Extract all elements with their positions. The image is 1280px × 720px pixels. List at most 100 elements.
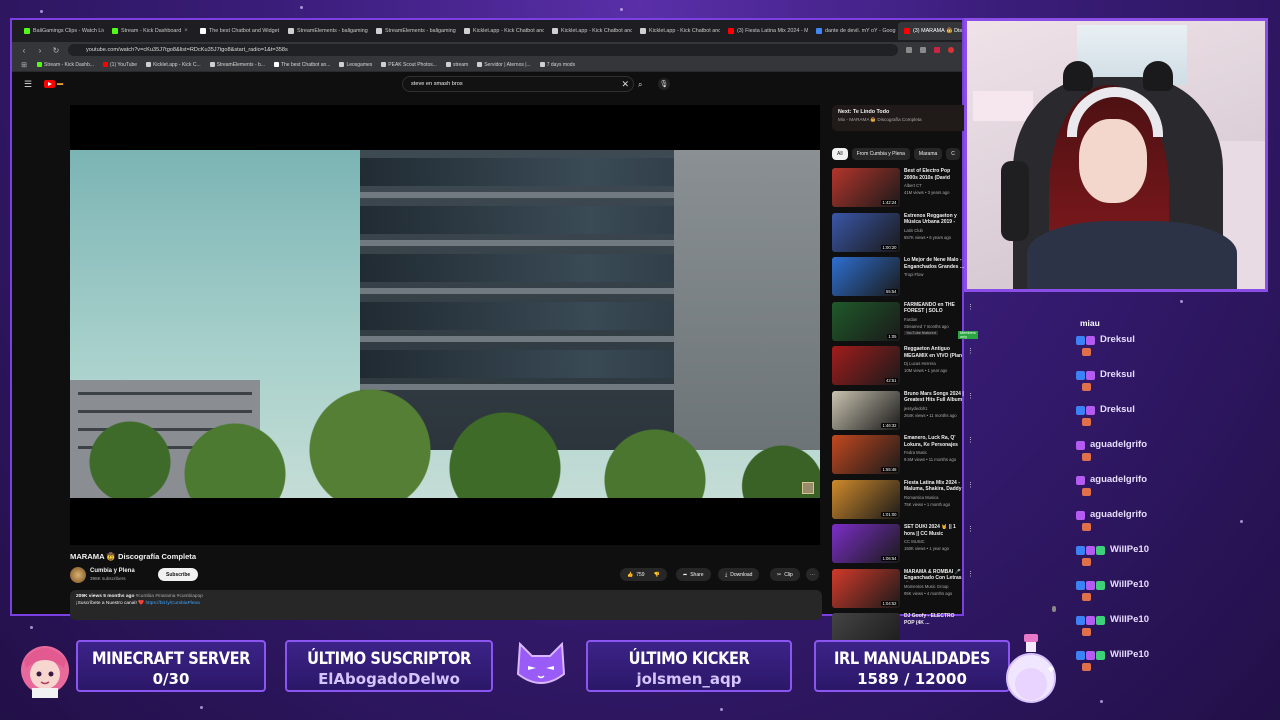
subscribe-button[interactable]: Subscribe [158, 568, 199, 581]
channel-avatar[interactable] [70, 567, 86, 583]
chat-username[interactable]: Dreksul [1100, 334, 1135, 345]
bookmark-item[interactable]: Stream - Kick Dashb... [37, 62, 94, 68]
browser-tab[interactable]: Stream - Kick Dashboard × [106, 22, 192, 40]
browser-tab[interactable]: (3) Fiesta Latina Mix 2024 - Mi× [722, 22, 808, 40]
chat-username[interactable]: WillPe10 [1110, 649, 1149, 660]
description-box[interactable]: 209K views 5 months ago #cumbia #marama … [70, 590, 822, 620]
url-input[interactable]: youtube.com/watch?v=cKu35J7tgo8&list=RDc… [68, 44, 898, 56]
channel-name[interactable]: Cumbia y Plena [90, 568, 135, 574]
video-title[interactable]: MARAMA & ROMBAI 🎤 Enganchado Con Letras … [904, 569, 964, 582]
video-channel[interactable]: CC MUSIC [904, 539, 925, 544]
more-actions-button[interactable]: ⋯ [806, 568, 819, 581]
search-icon[interactable]: ⌕ [638, 80, 642, 90]
recommended-video[interactable]: 42:51 Reggaeton Antiguo MEGAMIX en VIVO (… [832, 346, 974, 391]
recommended-video[interactable]: 1:42:24 Best of Electro Pop 2000s 2010s (… [832, 168, 974, 213]
video-channel[interactable]: Tropi Flow [904, 272, 923, 277]
sidebar-scrollbar[interactable] [1052, 606, 1056, 612]
clip-button[interactable]: ✂ Clip [770, 568, 800, 581]
video-channel[interactable]: jessydedoh1 [904, 406, 928, 411]
youtube-logo[interactable]: ▬ [44, 80, 63, 88]
filter-chip[interactable]: From Cumbia y Plena [851, 148, 910, 160]
description-link[interactable]: https://bit.ly/CumbiaPlena [145, 601, 199, 606]
video-thumbnail[interactable]: 55:54 [832, 257, 900, 296]
video-channel[interactable]: Fedra Music [904, 450, 927, 455]
more-options-icon[interactable]: ⋮ [967, 392, 974, 400]
video-title[interactable]: Lo Mejor de Nene Malo - Enganchados Gran… [904, 257, 964, 270]
browser-tab[interactable]: (3) MARAMA 🤠 Disc× [898, 22, 962, 40]
extension-icon[interactable] [906, 47, 912, 53]
chat-username[interactable]: Dreksul [1100, 404, 1135, 415]
thumbs-down-icon[interactable]: 👎 [654, 572, 660, 578]
video-thumbnail[interactable]: 1:05 [832, 301, 900, 341]
video-thumbnail[interactable]: 1:01:00 [832, 479, 900, 519]
recommended-video[interactable]: 1:06:54 SET DUKI 2024 🤘 || 1 hora || CC M… [832, 524, 974, 569]
bookmark-item[interactable]: The best Chatbot an... [273, 62, 330, 68]
translate-icon[interactable] [920, 47, 926, 53]
video-channel[interactable]: Albert CT [904, 183, 922, 188]
profile-icon[interactable] [948, 47, 954, 53]
bookmark-item[interactable]: StreamElements - b... [209, 62, 265, 68]
bookmark-item[interactable]: stream [445, 62, 468, 68]
recommended-video[interactable]: 1:04:52 MARAMA & ROMBAI 🎤 Enganchado Con … [832, 568, 974, 614]
chat-username[interactable]: aguadelgrifo [1090, 509, 1147, 520]
back-icon[interactable]: ‹ [20, 46, 28, 55]
recommended-video[interactable]: 1:01:00 Fiesta Latina Mix 2024 - Maluma, … [832, 479, 974, 525]
video-title[interactable]: Emanero, Luck Ra, Q' Lokura, Ke Personaj… [904, 435, 964, 448]
bookmark-item[interactable]: 7 days mods [539, 62, 575, 68]
video-thumbnail[interactable]: 1:42:24 [832, 168, 900, 207]
more-options-icon[interactable]: ⋮ [967, 436, 974, 444]
bookmark-item[interactable]: PEAK Scout Photos... [381, 62, 437, 68]
video-title[interactable]: Bruno Mars Songs 2024 | Greatest Hits Fu… [904, 391, 964, 404]
browser-tab[interactable]: Kicklet.app - Kick Chatbot and× [546, 22, 632, 40]
video-channel[interactable]: Dj Lucas Herrera [904, 361, 936, 366]
microphone-icon[interactable]: 🎙 [658, 78, 670, 90]
bookmark-star-icon[interactable] [934, 47, 940, 53]
recommended-video[interactable]: 55:54 Lo Mejor de Nene Malo - Enganchados… [832, 257, 974, 302]
browser-tab[interactable]: StreamElements - baligaming× [282, 22, 368, 40]
video-title[interactable]: Fiesta Latina Mix 2024 - Maluma, Shakira… [904, 480, 964, 493]
video-thumbnail[interactable]: 42:51 [832, 346, 900, 385]
chat-username[interactable]: aguadelgrifo [1090, 474, 1147, 485]
video-thumbnail[interactable]: 1:55:48 [832, 435, 900, 474]
video-title[interactable]: Reggaeton Antiguo MEGAMIX en VIVO (Plan … [904, 346, 964, 359]
recommended-video[interactable]: 1:55:48 Emanero, Luck Ra, Q' Lokura, Ke P… [832, 435, 974, 480]
clear-search-icon[interactable]: ✕ [621, 79, 629, 90]
chat-username[interactable]: WillPe10 [1110, 579, 1149, 590]
recommended-video[interactable]: 1:05 FARMEANDO en THE FOREST | SOLO MIEMB… [832, 301, 978, 347]
filter-chip[interactable]: All [832, 148, 848, 160]
filter-chip[interactable]: C [946, 148, 960, 160]
video-thumbnail[interactable]: 1:00:20 [832, 212, 900, 252]
bookmark-item[interactable]: Kicklet.app - Kick C... [146, 62, 201, 68]
reload-icon[interactable]: ↻ [52, 46, 60, 55]
chat-username[interactable]: Dreksul [1100, 369, 1135, 380]
chat-username[interactable]: WillPe10 [1110, 614, 1149, 625]
video-title[interactable]: SET DUKI 2024 🤘 || 1 hora || CC Music [904, 524, 964, 537]
video-thumbnail[interactable]: 1:46:32 [832, 390, 900, 430]
video-frame[interactable] [70, 150, 820, 498]
more-options-icon[interactable]: ⋮ [967, 303, 974, 311]
video-title[interactable]: Estrenos Reggaeton y Música Urbana 2019 … [904, 213, 964, 226]
apps-grid-icon[interactable]: ⊞ [20, 61, 28, 69]
browser-tab[interactable]: StreamElements - baligaming× [370, 22, 456, 40]
more-options-icon[interactable]: ⋮ [967, 570, 974, 578]
chat-username[interactable]: aguadelgrifo [1090, 439, 1147, 450]
menu-icon[interactable]: ☰ [24, 79, 32, 90]
video-thumbnail[interactable]: 1:06:54 [832, 524, 900, 563]
browser-tab[interactable]: The best Chatbot and Widget× [194, 22, 280, 40]
bookmark-item[interactable]: (1) YouTube [103, 62, 137, 68]
more-options-icon[interactable]: ⋮ [967, 525, 974, 533]
download-button[interactable]: ⤓ Download [718, 568, 760, 581]
video-channel[interactable]: Romantica Musica [904, 495, 938, 500]
bookmark-item[interactable]: Servidor | Aternos |... [477, 62, 531, 68]
search-input[interactable]: steve en smash bros ✕ [402, 76, 634, 92]
close-tab-icon[interactable]: × [184, 28, 188, 34]
more-options-icon[interactable]: ⋮ [967, 481, 974, 489]
up-next-panel[interactable]: Next: Te Lindo Todo Mix - MARAMA 🤠 Disco… [832, 105, 972, 131]
chat-username[interactable]: WillPe10 [1110, 544, 1149, 555]
recommended-video[interactable]: 1:46:32 Bruno Mars Songs 2024 | Greatest … [832, 390, 974, 436]
share-button[interactable]: ➦ Share [676, 568, 711, 581]
filter-chip[interactable]: Marama [913, 148, 943, 160]
hashtags[interactable]: #cumbia #marama #cumbiapop [136, 594, 203, 599]
like-button[interactable]: 👍 759 👎 [620, 568, 667, 581]
video-player[interactable] [70, 105, 820, 545]
